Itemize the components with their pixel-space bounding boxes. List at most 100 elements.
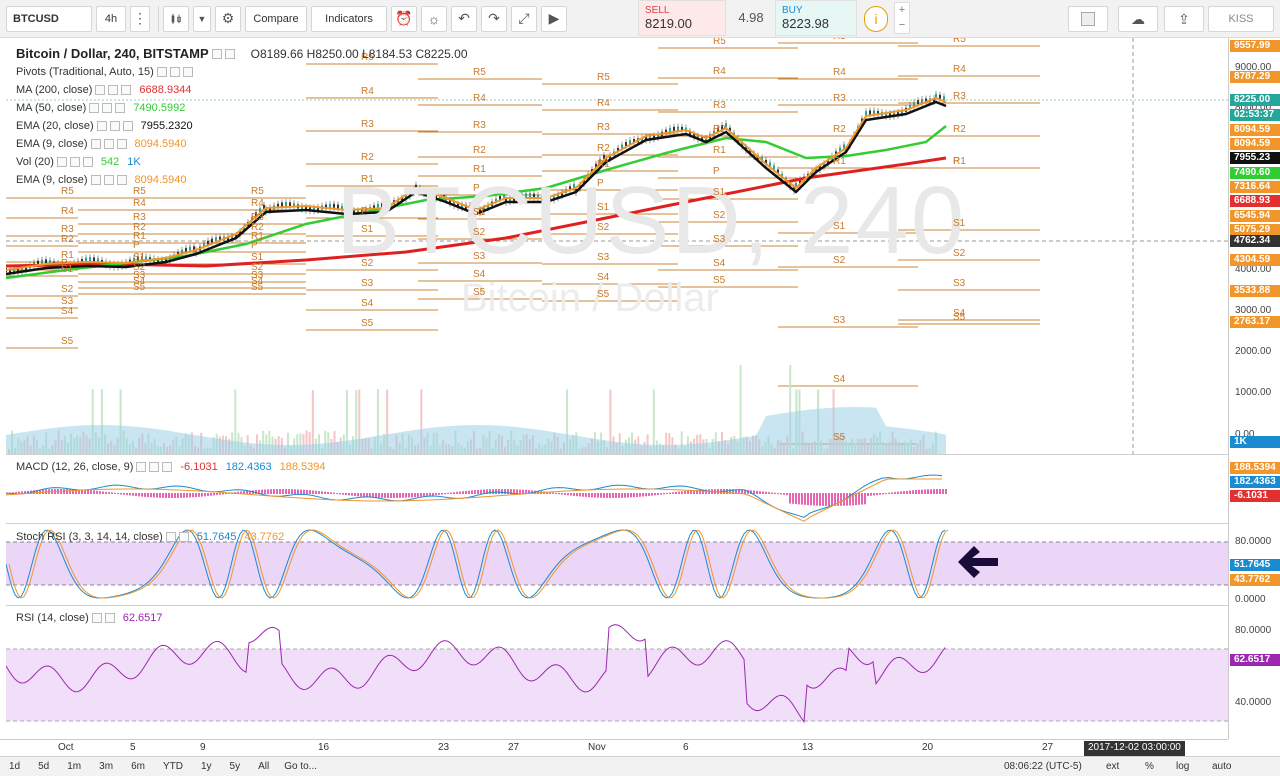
macd-histogram-bar — [519, 489, 521, 494]
macd-histogram-bar — [819, 493, 821, 506]
chart-area[interactable]: BTCUSD, 240 Bitcoin / Dollar R5 R4 R3 R2 R1 P… — [0, 38, 1280, 756]
stoch-pane[interactable]: Stoch RSI (3, 3, 14, 14, close) 51.7645 … — [6, 524, 1228, 606]
macd-histogram-bar — [624, 493, 626, 498]
macd-histogram-bar — [294, 489, 296, 494]
stoch-axis[interactable]: 80.0000 0.0000 51.7645 43.7762 — [1228, 524, 1280, 606]
macd-histogram-bar — [603, 493, 605, 498]
auto-button[interactable]: auto — [1212, 761, 1231, 772]
time-axis[interactable]: 2017-12-02 03:00:00 Oct 5 9 16 23 27 Nov 6 13 20 2… — [0, 739, 1228, 756]
fullscreen-icon[interactable]: ⤢ — [511, 5, 537, 32]
chevron-down-icon[interactable]: ▼ — [193, 5, 211, 32]
macd-histogram-bar — [351, 493, 353, 496]
candle-body — [673, 126, 675, 131]
info-icon[interactable]: i — [864, 6, 888, 32]
rsi-settings-icon[interactable] — [104, 613, 115, 623]
price-tag: 6545.94 — [1230, 210, 1280, 222]
interval-button[interactable]: 4h — [96, 5, 126, 32]
range-button[interactable]: YTD — [154, 761, 192, 772]
indicator-control-icon[interactable] — [56, 157, 67, 167]
bulb-icon[interactable]: ☼ — [421, 5, 447, 32]
indicator-control-icon[interactable] — [103, 175, 114, 185]
stoch-settings-icon[interactable] — [178, 532, 189, 542]
range-button[interactable]: All — [249, 761, 278, 772]
rsi-axis[interactable]: 80.0000 40.0000 62.6517 — [1228, 606, 1280, 739]
redo-icon[interactable]: ↷ — [481, 5, 507, 32]
goto-button[interactable]: Go to... — [284, 761, 317, 772]
price-axis[interactable]: 9000.008000.007000.006000.005000.004000.… — [1228, 38, 1280, 455]
cloud-save-icon[interactable]: ☁ — [1118, 6, 1158, 32]
indicator-control-icon[interactable] — [69, 157, 80, 167]
macd-histogram-bar — [465, 490, 467, 494]
rsi-eye-icon[interactable] — [91, 613, 102, 623]
range-button[interactable]: 1d — [0, 761, 29, 772]
macd-histogram-bar — [945, 489, 947, 494]
macd-histogram-bar — [786, 493, 788, 496]
percent-button[interactable]: % — [1145, 761, 1154, 772]
range-button[interactable]: 5y — [221, 761, 250, 772]
indicator-control-icon[interactable] — [121, 85, 132, 95]
indicator-control-icon[interactable] — [122, 121, 133, 131]
trade-stepper[interactable]: + − — [894, 2, 910, 34]
macd-histogram-bar — [444, 493, 446, 495]
replay-icon[interactable]: ▶ — [541, 5, 567, 32]
macd-histogram-bar — [405, 493, 407, 498]
interval-menu-icon[interactable]: ⋮ — [130, 5, 150, 32]
legend-settings-icon[interactable] — [224, 49, 235, 59]
macd-histogram-bar — [894, 492, 896, 494]
indicator-control-icon[interactable] — [89, 103, 100, 113]
macd-pane[interactable]: MACD (12, 26, close, 9) -6.1031 182.4363… — [6, 455, 1228, 524]
undo-icon[interactable]: ↶ — [451, 5, 477, 32]
log-button[interactable]: log — [1176, 761, 1189, 772]
price-pane[interactable]: BTCUSD, 240 Bitcoin / Dollar R5 R4 R3 R2 R1 P… — [6, 38, 1228, 455]
range-button[interactable]: 3m — [90, 761, 122, 772]
indicator-control-icon[interactable] — [102, 103, 113, 113]
indicator-control-icon[interactable] — [95, 85, 106, 95]
indicator-control-icon[interactable] — [115, 103, 126, 113]
rsi-pane[interactable]: RSI (14, close) 62.6517 — [6, 606, 1228, 739]
alert-icon[interactable]: ⏰ — [391, 5, 417, 32]
indicator-control-icon[interactable] — [182, 67, 193, 77]
macd-histogram-bar — [870, 493, 872, 496]
indicator-control-icon[interactable] — [103, 139, 114, 149]
ext-button[interactable]: ext — [1106, 761, 1119, 772]
macd-close-icon[interactable] — [162, 462, 173, 472]
range-button[interactable]: 6m — [122, 761, 154, 772]
indicator-control-icon[interactable] — [90, 139, 101, 149]
legend-eye-icon[interactable] — [211, 49, 222, 59]
sell-box[interactable]: SELL 8219.00 — [638, 0, 726, 36]
indicator-control-icon[interactable] — [116, 139, 127, 149]
indicator-control-icon[interactable] — [169, 67, 180, 77]
macd-settings-icon[interactable] — [149, 462, 160, 472]
indicator-name: Pivots (Traditional, Auto, 15) — [16, 66, 154, 78]
macd-axis[interactable]: 188.5394 182.4363 -6.1031 — [1228, 455, 1280, 524]
macd-eye-icon[interactable] — [136, 462, 147, 472]
macd-histogram-bar — [429, 493, 431, 496]
gear-icon[interactable]: ⚙ — [215, 5, 241, 32]
indicator-control-icon[interactable] — [156, 67, 167, 77]
indicator-control-icon[interactable] — [108, 85, 119, 95]
candles-icon[interactable] — [163, 5, 189, 32]
range-button[interactable]: 1y — [192, 761, 221, 772]
kiss-button[interactable]: KISS — [1208, 6, 1274, 32]
indicator-control-icon[interactable] — [82, 157, 93, 167]
macd-histogram-bar — [159, 493, 161, 498]
indicator-control-icon[interactable] — [109, 121, 120, 131]
cloud-upload-icon[interactable]: ⇪ — [1164, 6, 1204, 32]
buy-box[interactable]: BUY 8223.98 — [775, 0, 857, 36]
stoch-band — [6, 542, 1228, 585]
color-swatch-button[interactable] — [1068, 6, 1108, 32]
pivot-label: S5 — [473, 287, 486, 298]
range-button[interactable]: 1m — [58, 761, 90, 772]
symbol-input[interactable]: BTCUSD — [6, 5, 92, 32]
indicator-control-icon[interactable] — [96, 121, 107, 131]
compare-button[interactable]: Compare — [245, 5, 307, 32]
macd-histogram-bar — [636, 493, 638, 498]
indicator-control-icon[interactable] — [90, 175, 101, 185]
indicator-control-icon[interactable] — [116, 175, 127, 185]
stoch-eye-icon[interactable] — [165, 532, 176, 542]
range-button[interactable]: 5d — [29, 761, 58, 772]
pivot-label: R3 — [833, 93, 846, 104]
macd-histogram-bar — [672, 492, 674, 494]
indicators-button[interactable]: Indicators — [311, 5, 387, 32]
pivot-label: R1 — [473, 164, 486, 175]
